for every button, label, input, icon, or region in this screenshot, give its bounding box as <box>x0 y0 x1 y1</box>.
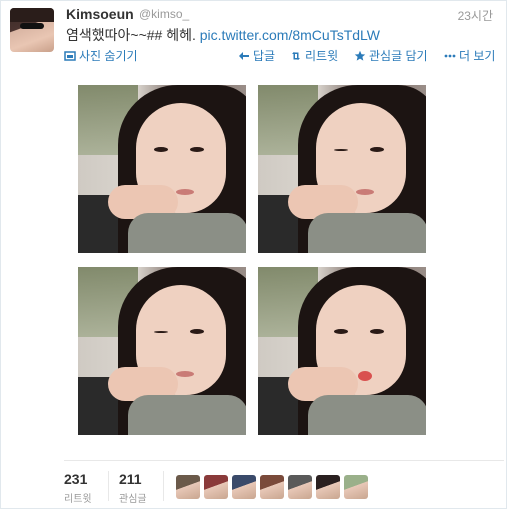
tweet-card: Kimsoeun @kimso_ 23시간 염색했따아~~## 헤헤. pic.… <box>0 0 507 509</box>
retweet-icon <box>290 50 302 62</box>
favoriting-user-avatar[interactable] <box>288 475 312 499</box>
tweet-photo[interactable] <box>64 77 440 449</box>
photo-panel <box>258 267 426 435</box>
favorite-button[interactable]: 관심글 담기 <box>354 47 428 64</box>
favoriting-user-avatar[interactable] <box>316 475 340 499</box>
avatar-hair <box>10 8 54 22</box>
user-name[interactable]: Kimsoeun <box>66 6 134 22</box>
favoriting-user-avatar[interactable] <box>344 475 368 499</box>
retweet-stat-label: 리트윗 <box>64 494 92 505</box>
tweet-actions: 사진 숨기기 답글 리트윗 관심글 담기 더 보기 <box>64 47 495 64</box>
favorite-stat[interactable]: 211 관심글 <box>119 471 147 505</box>
more-button[interactable]: 더 보기 <box>444 47 495 64</box>
reply-button[interactable]: 답글 <box>238 47 275 64</box>
favorite-count: 211 <box>119 471 142 487</box>
avatar[interactable] <box>10 8 54 52</box>
retweet-label: 리트윗 <box>305 49 339 63</box>
favoriting-users <box>176 475 368 499</box>
hide-photo-label: 사진 숨기기 <box>79 49 138 63</box>
favoriting-user-avatar[interactable] <box>232 475 256 499</box>
favorite-stat-label: 관심글 <box>119 494 147 505</box>
photo-panel <box>258 85 426 253</box>
retweet-count: 231 <box>64 471 88 487</box>
favoriting-user-avatar[interactable] <box>260 475 284 499</box>
hide-photo-button[interactable]: 사진 숨기기 <box>64 47 138 64</box>
reply-icon <box>238 50 250 62</box>
user-handle[interactable]: @kimso_ <box>139 7 189 21</box>
retweet-stat[interactable]: 231 리트윗 <box>64 471 92 505</box>
star-icon <box>354 50 366 62</box>
stat-separator <box>163 471 164 501</box>
more-label: 더 보기 <box>459 49 496 63</box>
tweet-timestamp[interactable]: 23시간 <box>458 7 493 24</box>
tweet-body: 염색했따아~~## 헤헤. <box>66 27 200 43</box>
more-dots-icon <box>444 50 456 62</box>
photo-icon <box>64 50 76 62</box>
photo-panel <box>78 267 246 435</box>
favoriting-user-avatar[interactable] <box>176 475 200 499</box>
favorite-label: 관심글 담기 <box>369 49 428 63</box>
stats-divider <box>64 460 504 461</box>
reply-label: 답글 <box>253 49 276 63</box>
stat-separator <box>108 471 109 501</box>
tweet-photo-link[interactable]: pic.twitter.com/8mCuTsTdLW <box>200 27 380 43</box>
avatar-sunglasses <box>20 23 44 29</box>
favoriting-user-avatar[interactable] <box>204 475 228 499</box>
tweet-text: 염색했따아~~## 헤헤. pic.twitter.com/8mCuTsTdLW <box>66 25 380 45</box>
photo-panel <box>78 85 246 253</box>
retweet-button[interactable]: 리트윗 <box>290 47 338 64</box>
